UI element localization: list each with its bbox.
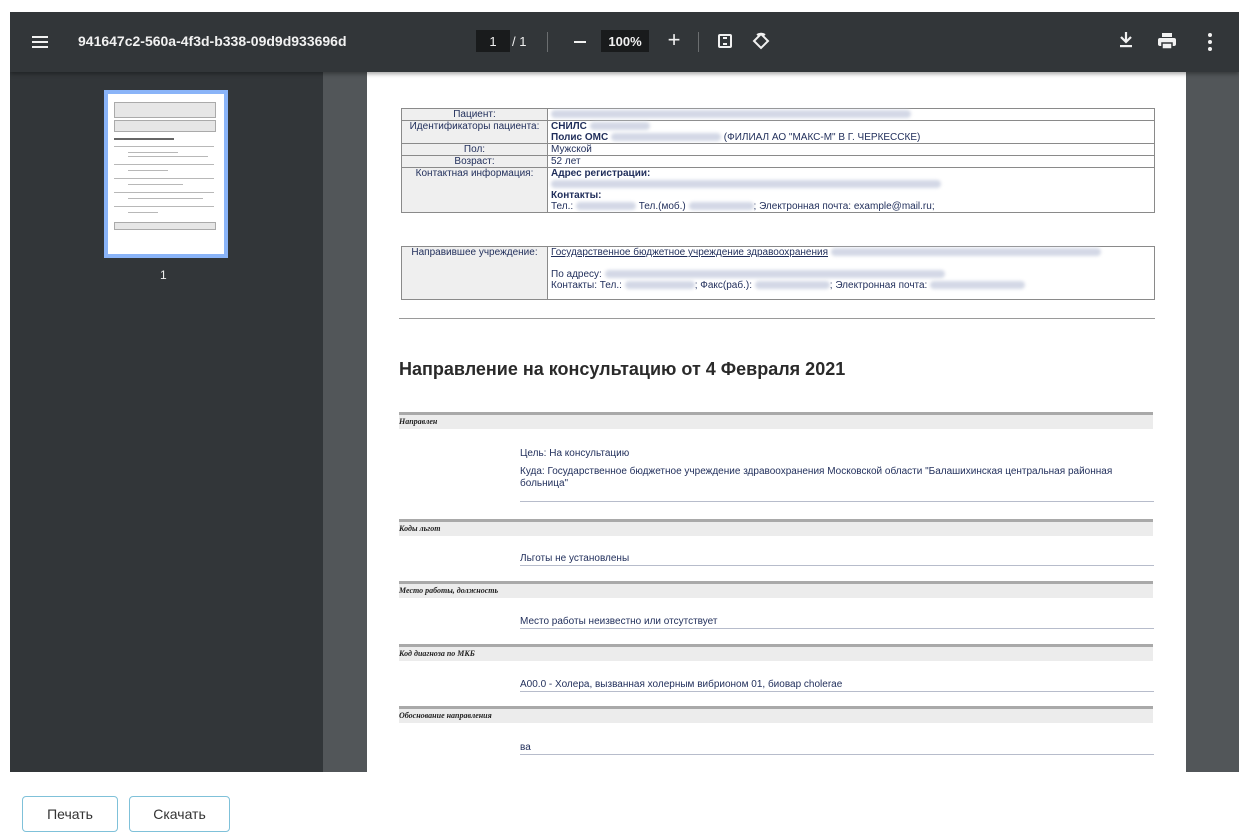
viewer-toolbar: 941647c2-560a-4f3d-b338-09d9d933696d 1 /… xyxy=(10,12,1239,72)
section-workplace-title: Место работы, должность xyxy=(399,581,1153,598)
download-button[interactable] xyxy=(1114,28,1138,52)
section-referred-title: Направлен xyxy=(399,412,1153,429)
fit-to-page-button[interactable] xyxy=(714,30,736,52)
age-label: Возраст: xyxy=(401,155,548,168)
zoom-out-button[interactable] xyxy=(568,30,592,54)
divider xyxy=(520,691,1154,692)
menu-icon[interactable] xyxy=(28,30,52,54)
patient-value xyxy=(547,108,1155,121)
referring-org-table: Направившее учреждение: Государственное … xyxy=(401,246,1155,300)
thumbnail-sidebar: 1 xyxy=(10,72,323,772)
patient-label: Пациент: xyxy=(401,108,548,121)
divider xyxy=(399,318,1155,319)
table-row: Пол: Мужской xyxy=(401,143,1155,156)
referring-org-label: Направившее учреждение: xyxy=(401,246,548,300)
age-value: 52 лет xyxy=(547,155,1155,168)
minus-icon xyxy=(574,41,586,43)
page-total: / 1 xyxy=(512,33,527,49)
referring-address-label: По адресу: xyxy=(551,269,602,280)
oms-insurer: (ФИЛИАЛ АО "МАКС-М" В Г. ЧЕРКЕССКЕ) xyxy=(723,132,921,143)
document-title: 941647c2-560a-4f3d-b338-09d9d933696d xyxy=(78,33,347,49)
section-icd-code-title: Код диагноза по МКБ xyxy=(399,644,1153,661)
table-row: Контактная информация: Адрес регистрации… xyxy=(401,167,1155,213)
table-row: Возраст: 52 лет xyxy=(401,155,1155,168)
zoom-level-input[interactable]: 100% xyxy=(601,30,649,52)
divider xyxy=(520,628,1154,629)
referring-email-label: ; Электронная почта: xyxy=(829,280,928,291)
contact-label: Контактная информация: xyxy=(401,167,548,213)
fit-page-icon xyxy=(718,34,732,48)
download-button-bottom[interactable]: Скачать xyxy=(129,796,230,832)
print-button-bottom[interactable]: Печать xyxy=(22,796,118,832)
contact-value: Адрес регистрации: Контакты: Тел.: Тел.(… xyxy=(547,167,1155,213)
referral-purpose: Цель: На консультацию xyxy=(520,448,630,459)
download-icon xyxy=(1120,32,1132,48)
table-row: Идентификаторы пациента: СНИЛС Полис ОМС… xyxy=(401,120,1155,144)
referral-destination: Куда: Государственное бюджетное учрежден… xyxy=(520,466,1113,489)
section-benefit-codes-title: Коды льгот xyxy=(399,519,1153,536)
workplace-value: Место работы неизвестно или отсутствует xyxy=(520,616,718,627)
referring-phone-label: Контакты: Тел.: xyxy=(551,280,622,291)
toolbar-divider xyxy=(547,32,548,52)
registration-address-label: Адрес регистрации: xyxy=(551,168,651,179)
referring-org-value: Государственное бюджетное учреждение здр… xyxy=(547,246,1155,300)
sex-label: Пол: xyxy=(401,143,548,156)
thumbnail-page-number: 1 xyxy=(160,268,167,282)
print-button[interactable] xyxy=(1154,29,1180,53)
sex-value: Мужской xyxy=(547,143,1155,156)
section-justification-title: Обоснование направления xyxy=(399,706,1153,723)
rotate-icon xyxy=(752,32,770,50)
pdf-page: Пациент: Идентификаторы пациента: СНИЛС … xyxy=(367,72,1186,772)
pdf-viewer: 941647c2-560a-4f3d-b338-09d9d933696d 1 /… xyxy=(10,12,1239,772)
zoom-in-button[interactable]: + xyxy=(662,27,686,52)
table-row: Пациент: xyxy=(401,108,1155,121)
phone-label: Тел.: xyxy=(551,201,574,212)
page-thumbnail[interactable] xyxy=(104,90,228,258)
divider xyxy=(520,565,1154,566)
toolbar-divider xyxy=(698,32,699,52)
more-options-icon[interactable] xyxy=(1202,30,1218,54)
patient-ids-label: Идентификаторы пациента: xyxy=(401,120,548,144)
patient-info-table: Пациент: Идентификаторы пациента: СНИЛС … xyxy=(401,108,1155,213)
print-icon xyxy=(1158,33,1176,50)
page-number-input[interactable]: 1 xyxy=(476,30,510,52)
snils-label: СНИЛС xyxy=(551,121,587,132)
rotate-button[interactable] xyxy=(748,28,774,54)
referring-fax-label: ; Факс(раб.): xyxy=(694,280,752,291)
oms-label: Полис ОМС xyxy=(551,132,609,143)
table-row: Направившее учреждение: Государственное … xyxy=(401,246,1155,300)
divider xyxy=(520,754,1154,755)
justification-value: ва xyxy=(520,742,531,753)
patient-email: ; Электронная почта: example@mail.ru; xyxy=(753,201,935,212)
contacts-label: Контакты: xyxy=(551,190,602,201)
benefit-codes-value: Льготы не установлены xyxy=(520,553,630,564)
referring-org-name: Государственное бюджетное учреждение здр… xyxy=(551,247,829,258)
patient-ids-value: СНИЛС Полис ОМС (ФИЛИАЛ АО "МАКС-М" В Г.… xyxy=(547,120,1155,144)
icd-code-value: A00.0 - Холера, вызванная холерным вибри… xyxy=(520,679,843,690)
mobile-label: Тел.(моб.) xyxy=(638,201,686,212)
divider xyxy=(520,501,1154,502)
document-heading: Направление на консультацию от 4 Февраля… xyxy=(399,359,846,379)
